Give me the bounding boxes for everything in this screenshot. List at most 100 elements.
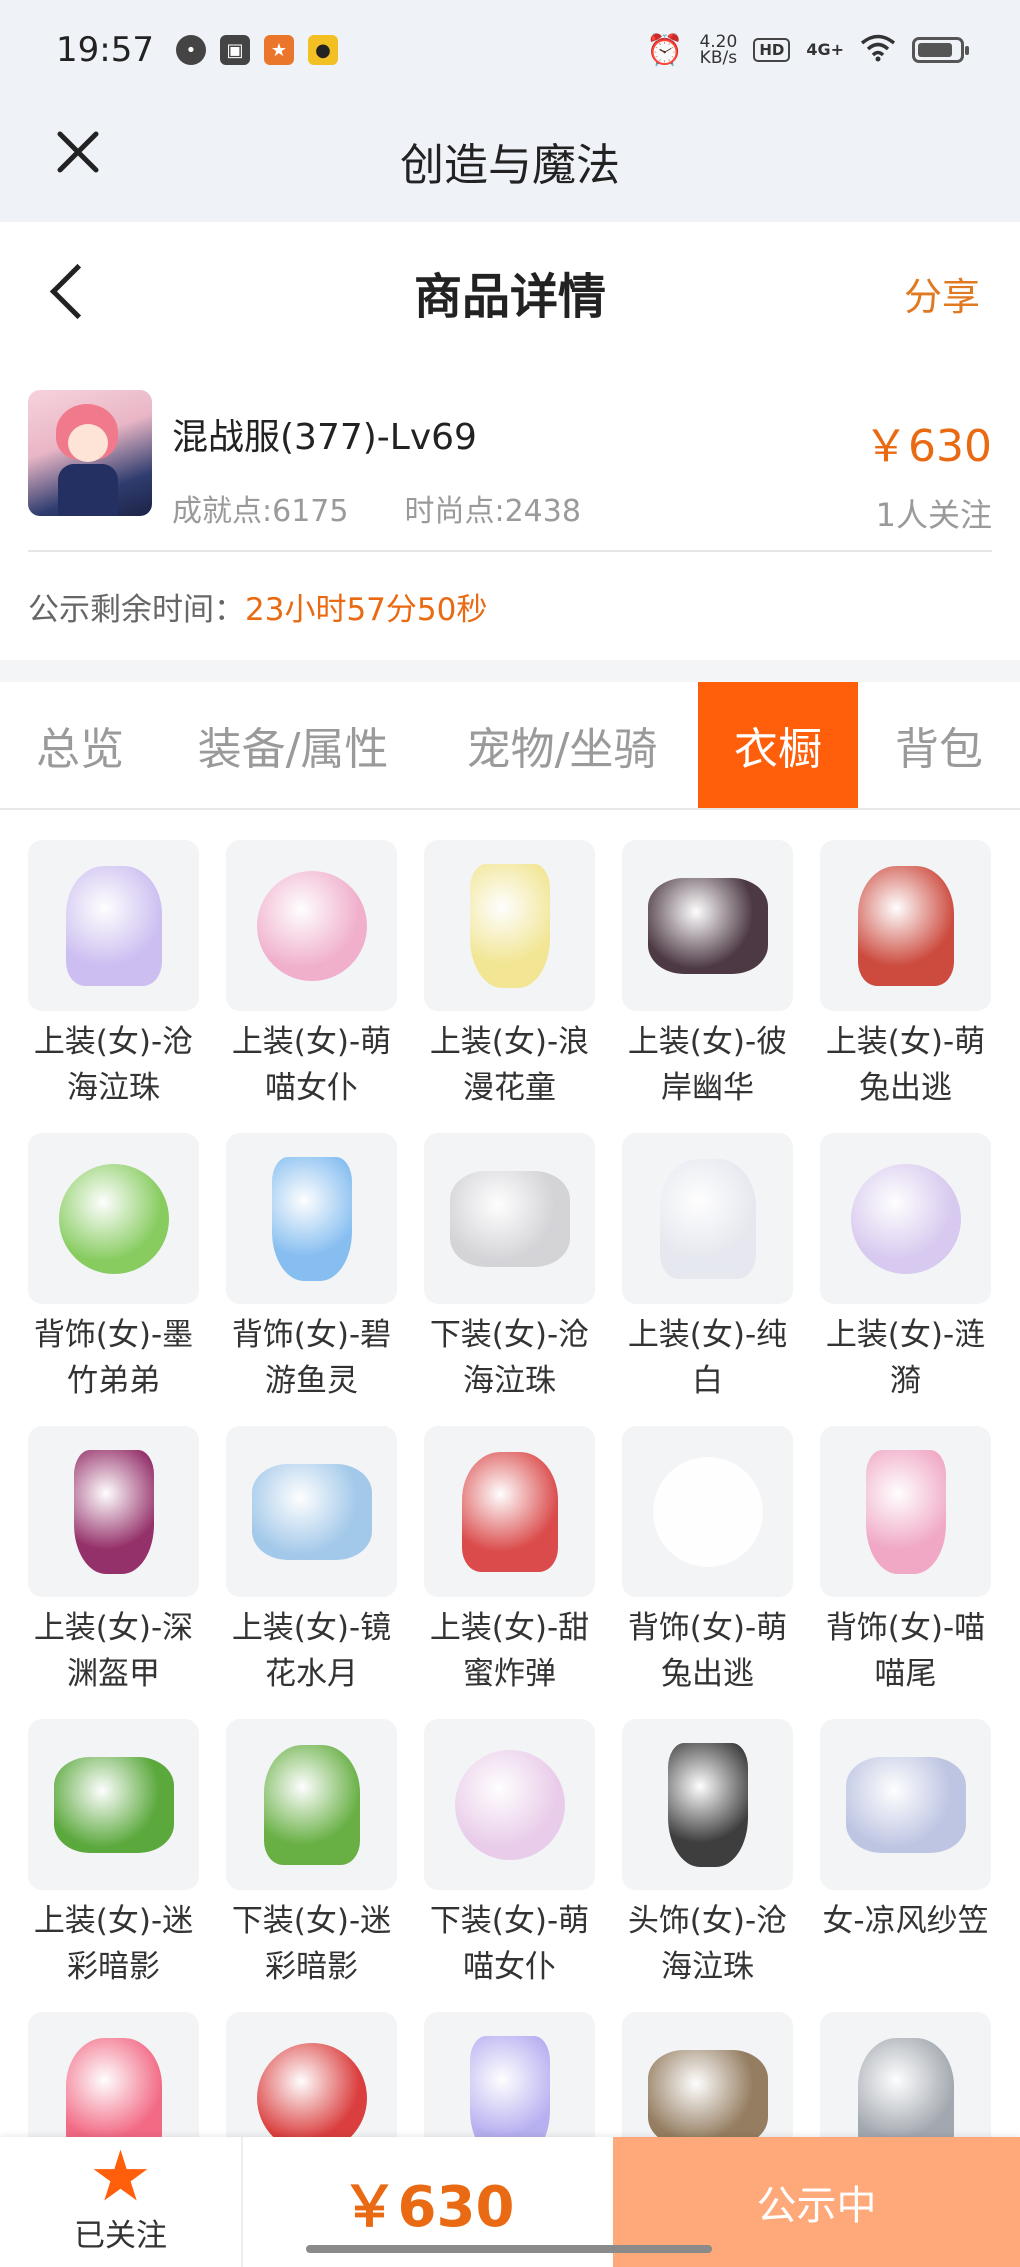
follow-button[interactable]: 已关注 bbox=[0, 2137, 243, 2267]
wardrobe-item-label: 上装(女)-萌喵女仆 bbox=[231, 1024, 392, 1106]
wardrobe-item[interactable]: 背饰(女)-碧游鱼灵 bbox=[226, 1133, 397, 1426]
wardrobe-item-label: 上装(女)-涟漪 bbox=[825, 1317, 986, 1399]
cellular-signal-label: 4G+ bbox=[806, 40, 844, 59]
wardrobe-item-label: 上装(女)-甜蜜炸弹 bbox=[429, 1610, 590, 1692]
wardrobe-item[interactable]: 上装(女)-萌兔出逃 bbox=[820, 840, 991, 1133]
tab-label: 总览 bbox=[36, 724, 124, 775]
wardrobe-item[interactable]: 上装(女)-迷彩暗影 bbox=[28, 1719, 199, 2012]
wardrobe-item-label: 上装(女)-浪漫花童 bbox=[429, 1024, 590, 1106]
heels-legs-icon bbox=[424, 1133, 595, 1304]
bird-app-icon: ● bbox=[307, 35, 338, 65]
wardrobe-item[interactable]: 女-凉风纱笠 bbox=[820, 1719, 991, 2012]
pink-tail-icon bbox=[820, 1426, 991, 1597]
white-fluff-icon bbox=[622, 1426, 793, 1597]
product-price: ￥630 bbox=[864, 421, 992, 472]
panda-backpack-icon bbox=[28, 1133, 199, 1304]
wardrobe-item[interactable]: 上装(女)-彼岸幽华 bbox=[622, 840, 793, 1133]
wardrobe-item[interactable]: 下装(女)-迷彩暗影 bbox=[226, 1719, 397, 2012]
wardrobe-item-label: 上装(女)-纯白 bbox=[627, 1317, 788, 1399]
wardrobe-item-label: 背饰(女)-喵喵尾 bbox=[825, 1610, 986, 1692]
wardrobe-item[interactable]: 下装(女)-沧海泣珠 bbox=[424, 1133, 595, 1426]
hd-badge: HD bbox=[753, 38, 791, 62]
dark-kimono-icon bbox=[622, 840, 793, 1011]
wardrobe-item-label: 女-凉风纱笠 bbox=[822, 1903, 989, 1939]
white-gown-icon bbox=[622, 1133, 793, 1304]
wardrobe-item-label: 下装(女)-沧海泣珠 bbox=[429, 1317, 590, 1399]
star-icon bbox=[93, 2149, 148, 2201]
product-price-block: ￥630 1人关注 bbox=[864, 410, 992, 536]
alarm-icon: ⏰ bbox=[646, 32, 684, 68]
app-header: 创造与魔法 bbox=[0, 100, 1020, 222]
tab-equipment[interactable]: 装备/属性 bbox=[160, 682, 426, 808]
achievement-points: 成就点:6175 bbox=[172, 494, 349, 529]
water-wings-icon bbox=[226, 1133, 397, 1304]
wardrobe-item[interactable]: 背饰(女)-墨竹弟弟 bbox=[28, 1133, 199, 1426]
wardrobe-item[interactable]: 上装(女)-萌喵女仆 bbox=[226, 840, 397, 1133]
bottom-bar: 已关注 ￥630 公示中 bbox=[0, 2137, 1020, 2267]
countdown-row: 公示剩余时间： 23小时57分50秒 bbox=[0, 552, 1020, 660]
back-chevron-icon[interactable] bbox=[44, 262, 94, 322]
status-left: 19:57 • ▣ ★ ● bbox=[56, 30, 338, 70]
section-gap bbox=[0, 660, 1020, 682]
close-icon[interactable] bbox=[56, 126, 116, 186]
lilac-dress-icon bbox=[28, 840, 199, 1011]
top-area: 19:57 • ▣ ★ ● ⏰ 4.20 KB/s HD 4G+ 创造与魔法 bbox=[0, 0, 1020, 222]
flower-dress-icon bbox=[424, 840, 595, 1011]
wardrobe-item-label: 下装(女)-萌喵女仆 bbox=[429, 1903, 590, 1985]
status-bar: 19:57 • ▣ ★ ● ⏰ 4.20 KB/s HD 4G+ bbox=[0, 0, 1020, 100]
wardrobe-item[interactable]: 下装(女)-萌喵女仆 bbox=[424, 1719, 595, 2012]
wardrobe-item[interactable]: 上装(女)-浪漫花童 bbox=[424, 840, 595, 1133]
wardrobe-item-label: 下装(女)-迷彩暗影 bbox=[231, 1903, 392, 1985]
tab-bar: 总览 装备/属性 宠物/坐骑 衣橱 背包 bbox=[0, 682, 1020, 810]
wardrobe-item-label: 背饰(女)-碧游鱼灵 bbox=[231, 1317, 392, 1399]
tab-label: 衣橱 bbox=[734, 724, 822, 775]
countdown-value: 23小时57分50秒 bbox=[245, 591, 488, 628]
wardrobe-item-label: 背饰(女)-墨竹弟弟 bbox=[33, 1317, 194, 1399]
wardrobe-item[interactable]: 上装(女)-沧海泣珠 bbox=[28, 840, 199, 1133]
wardrobe-grid: 上装(女)-沧海泣珠 上装(女)-萌喵女仆 上装(女)-浪漫花童 上装(女)-彼岸幽华… bbox=[0, 810, 1020, 2267]
tab-wardrobe[interactable]: 衣橱 bbox=[698, 682, 858, 808]
maid-dress-icon bbox=[226, 840, 397, 1011]
wardrobe-item-label: 头饰(女)-沧海泣珠 bbox=[627, 1903, 788, 1985]
character-avatar bbox=[28, 390, 152, 516]
wardrobe-item[interactable]: 上装(女)-镜花水月 bbox=[226, 1426, 397, 1719]
maid-legs-icon bbox=[424, 1719, 595, 1890]
wifi-icon bbox=[860, 34, 896, 66]
tab-label: 背包 bbox=[895, 724, 983, 775]
wardrobe-item-label: 背饰(女)-萌兔出逃 bbox=[627, 1610, 788, 1692]
wardrobe-item-label: 上装(女)-镜花水月 bbox=[231, 1610, 392, 1692]
veil-hat-icon bbox=[820, 1719, 991, 1890]
status-time: 19:57 bbox=[56, 30, 154, 70]
battery-icon bbox=[912, 37, 969, 63]
tab-pets[interactable]: 宠物/坐骑 bbox=[426, 682, 698, 808]
sweet-dress-icon bbox=[424, 1426, 595, 1597]
wardrobe-item-label: 上装(女)-沧海泣珠 bbox=[33, 1024, 194, 1106]
wardrobe-item[interactable]: 上装(女)-纯白 bbox=[622, 1133, 793, 1426]
wardrobe-item-label: 上装(女)-深渊盔甲 bbox=[33, 1610, 194, 1692]
divider bbox=[28, 550, 992, 552]
countdown-label: 公示剩余时间： bbox=[28, 591, 245, 628]
fashion-points: 时尚点:2438 bbox=[404, 494, 581, 529]
wardrobe-item[interactable]: 背饰(女)-喵喵尾 bbox=[820, 1426, 991, 1719]
page-title: 商品详情 bbox=[413, 269, 606, 325]
network-speed: 4.20 KB/s bbox=[699, 34, 738, 68]
ghillie-top-icon bbox=[28, 1719, 199, 1890]
tab-overview[interactable]: 总览 bbox=[0, 682, 160, 808]
share-button[interactable]: 分享 bbox=[904, 266, 980, 321]
follow-label: 已关注 bbox=[74, 2217, 167, 2254]
notification-app-icon: ▣ bbox=[219, 35, 250, 65]
wardrobe-item[interactable]: 上装(女)-甜蜜炸弹 bbox=[424, 1426, 595, 1719]
mirror-robe-icon bbox=[226, 1426, 397, 1597]
home-indicator bbox=[306, 2245, 712, 2253]
wardrobe-item[interactable]: 上装(女)-涟漪 bbox=[820, 1133, 991, 1426]
app-title: 创造与魔法 bbox=[400, 140, 620, 191]
wardrobe-item[interactable]: 上装(女)-深渊盔甲 bbox=[28, 1426, 199, 1719]
tab-backpack[interactable]: 背包 bbox=[858, 682, 1020, 808]
pearl-headpiece-icon bbox=[622, 1719, 793, 1890]
wardrobe-item-label: 上装(女)-迷彩暗影 bbox=[33, 1903, 194, 1985]
red-outfit-icon bbox=[820, 840, 991, 1011]
wardrobe-item[interactable]: 头饰(女)-沧海泣珠 bbox=[622, 1719, 793, 2012]
network-speed-unit: KB/s bbox=[699, 48, 738, 68]
wardrobe-item[interactable]: 背饰(女)-萌兔出逃 bbox=[622, 1426, 793, 1719]
game-app-icon: ★ bbox=[263, 35, 294, 65]
